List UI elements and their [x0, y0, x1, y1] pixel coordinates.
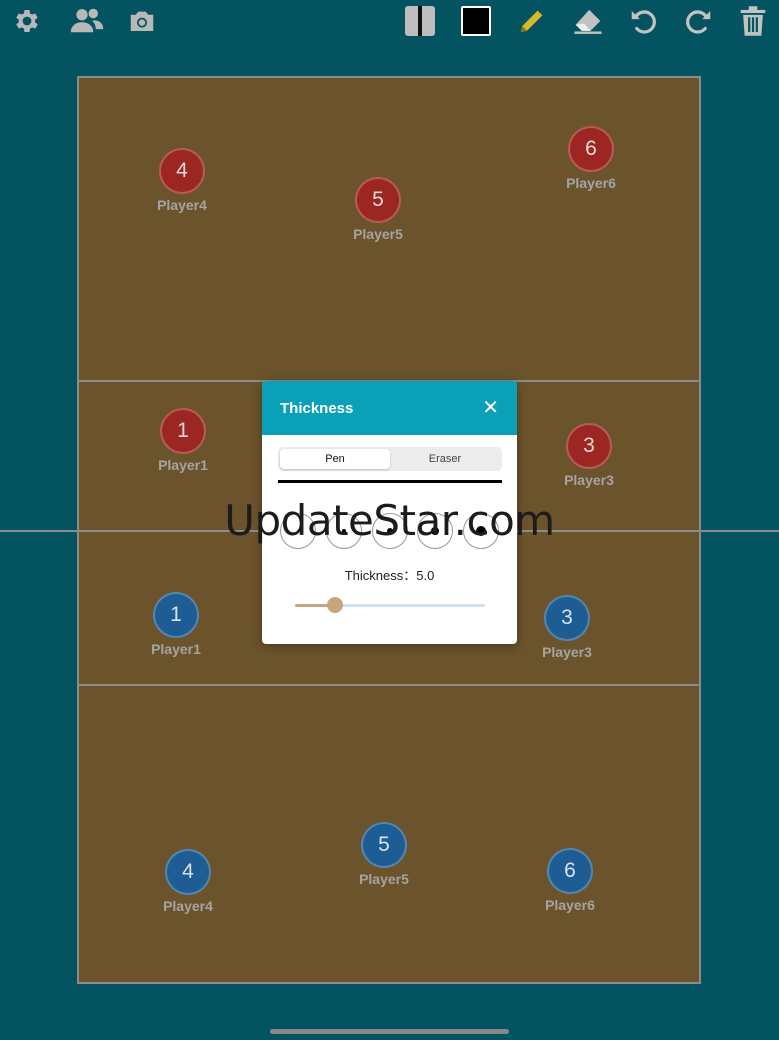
camera-icon[interactable] [125, 4, 159, 38]
blue-player-1[interactable]: 1 Player1 [121, 592, 231, 657]
player-name: Player1 [158, 457, 208, 473]
tool-segmented-control: Pen Eraser [278, 447, 502, 471]
player-name: Player5 [359, 871, 409, 887]
red-player-4[interactable]: 4 Player4 [127, 148, 237, 213]
player-name: Player3 [564, 472, 614, 488]
home-indicator[interactable] [270, 1029, 509, 1034]
red-player-1[interactable]: 1 Player1 [128, 408, 238, 473]
eraser-icon[interactable] [571, 4, 605, 38]
player-name: Player6 [545, 897, 595, 913]
watermark: UpdateStar.com [224, 496, 555, 545]
close-icon[interactable]: ✕ [482, 398, 499, 418]
blue-player-4[interactable]: 4 Player4 [133, 849, 243, 914]
red-player-6[interactable]: 6 Player6 [536, 126, 646, 191]
player-token: 1 [153, 592, 199, 638]
player-name: Player5 [353, 226, 403, 242]
player-token: 6 [547, 848, 593, 894]
dialog-title: Thickness [280, 399, 354, 417]
player-token: 5 [355, 177, 401, 223]
slider-thumb[interactable] [326, 597, 343, 613]
red-player-3[interactable]: 3 Player3 [534, 423, 644, 488]
player-token: 3 [544, 595, 590, 641]
trash-icon[interactable] [736, 4, 770, 38]
player-name: Player3 [542, 644, 592, 660]
thickness-label: Thickness：5.0 [344, 568, 435, 583]
player-name: Player4 [163, 898, 213, 914]
red-player-5[interactable]: 5 Player5 [323, 177, 433, 242]
color-swatch-icon[interactable] [459, 4, 493, 38]
blue-player-6[interactable]: 6 Player6 [515, 848, 625, 913]
pencil-icon[interactable] [515, 4, 549, 38]
player-token: 4 [159, 148, 205, 194]
dialog-header: Thickness ✕ [262, 381, 517, 435]
player-name: Player1 [151, 641, 201, 657]
player-name: Player4 [157, 197, 207, 213]
thickness-preview-line [278, 480, 502, 483]
attack-line-bottom [79, 684, 699, 686]
player-token: 4 [165, 849, 211, 895]
players-icon[interactable] [67, 4, 107, 38]
player-name: Player6 [566, 175, 616, 191]
player-token: 5 [361, 822, 407, 868]
thickness-slider[interactable] [295, 597, 485, 613]
blue-player-5[interactable]: 5 Player5 [329, 822, 439, 887]
player-token: 6 [568, 126, 614, 172]
line-style-icon[interactable] [403, 4, 437, 38]
settings-gear-icon[interactable] [10, 4, 44, 38]
blue-player-3[interactable]: 3 Player3 [512, 595, 622, 660]
player-token: 3 [566, 423, 612, 469]
undo-icon[interactable] [626, 4, 660, 38]
tab-pen[interactable]: Pen [280, 449, 390, 469]
player-token: 1 [160, 408, 206, 454]
redo-icon[interactable] [682, 4, 716, 38]
tab-eraser[interactable]: Eraser [390, 449, 500, 469]
